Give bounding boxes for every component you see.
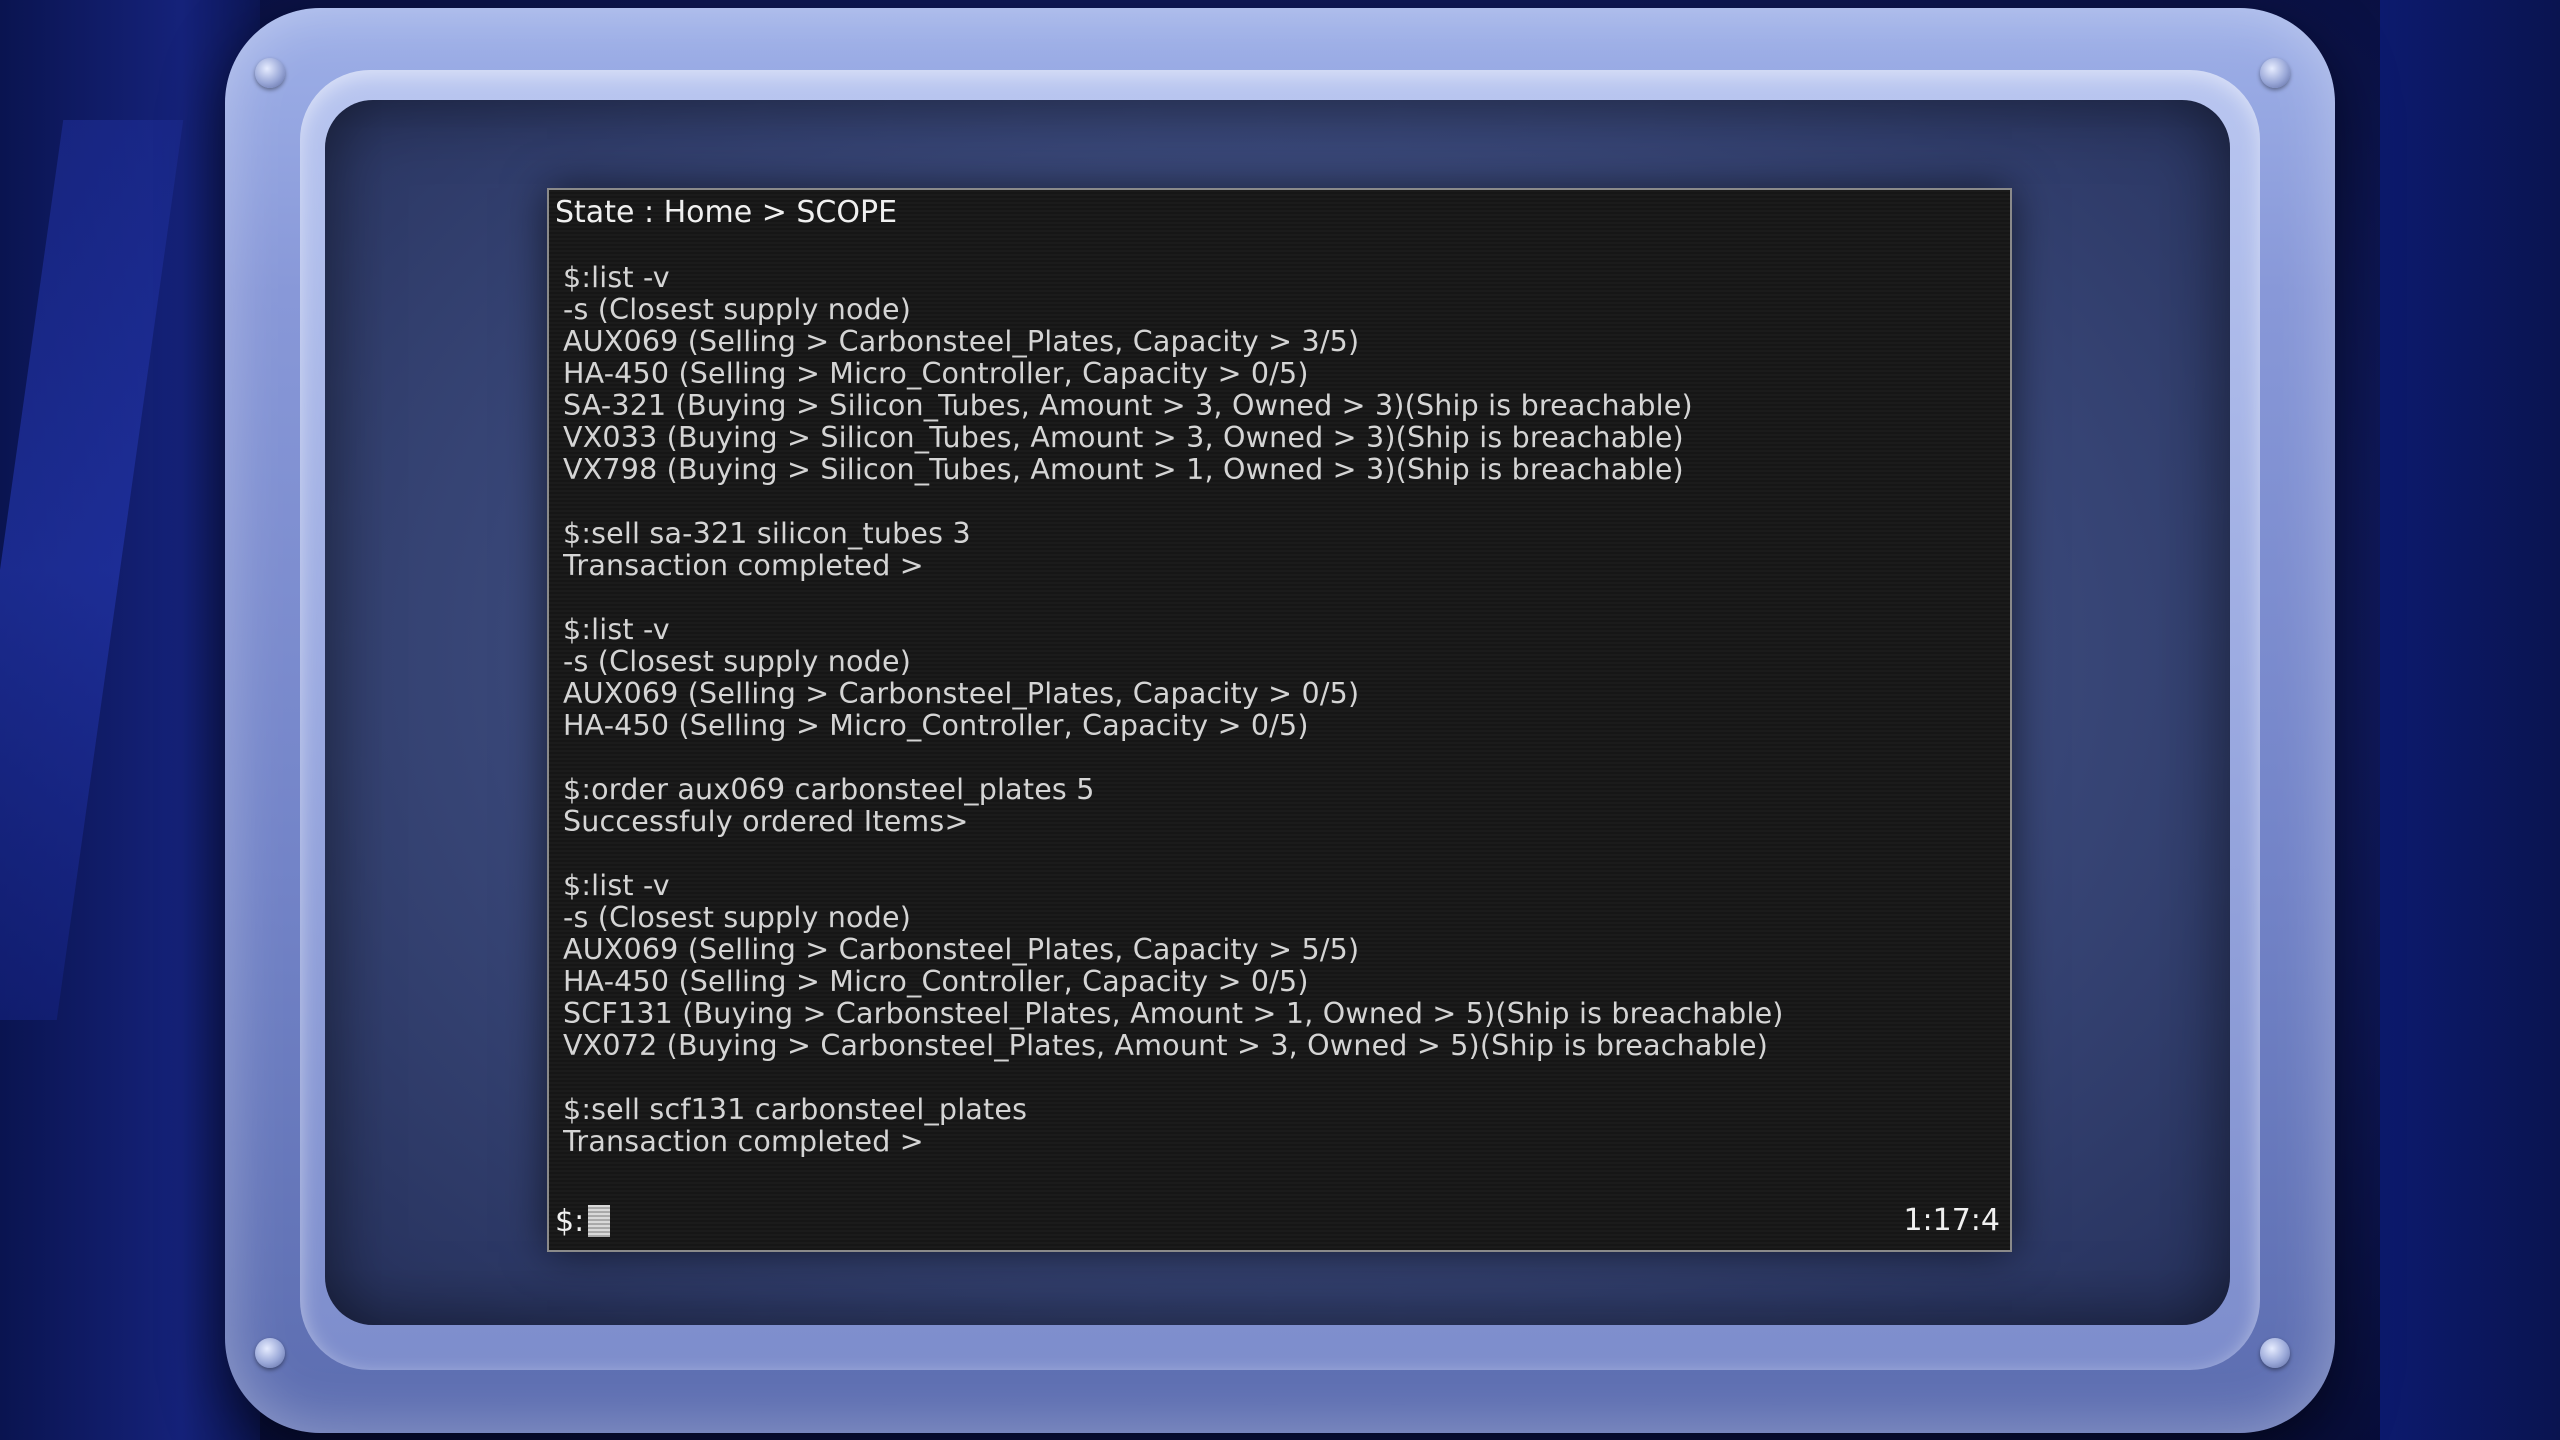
- terminal-output-line: -s (Closest supply node): [563, 294, 912, 326]
- terminal-command-line: $:order aux069 carbonsteel_plates 5: [563, 774, 1095, 806]
- terminal-state-breadcrumb: State : Home > SCOPE: [555, 195, 898, 230]
- terminal-output-line: SA-321 (Buying > Silicon_Tubes, Amount >…: [563, 390, 1693, 422]
- terminal-command-line: $:list -v: [563, 262, 670, 294]
- screw-icon: [2260, 1338, 2290, 1368]
- background-wall-right: [2380, 0, 2560, 1440]
- terminal-output-line: HA-450 (Selling > Micro_Controller, Capa…: [563, 710, 1309, 742]
- terminal-command-line: $:sell scf131 carbonsteel_plates: [563, 1094, 1028, 1126]
- terminal-output-line: -s (Closest supply node): [563, 646, 912, 678]
- terminal-cursor[interactable]: [588, 1205, 611, 1237]
- terminal-output-line: VX798 (Buying > Silicon_Tubes, Amount > …: [563, 454, 1684, 486]
- terminal-command-line: $:sell sa-321 silicon_tubes 3: [563, 518, 971, 550]
- screw-icon: [255, 58, 285, 88]
- terminal-window[interactable]: State : Home > SCOPE $:list -v -s (Closes…: [547, 188, 2012, 1252]
- terminal-output-line: AUX069 (Selling > Carbonsteel_Plates, Ca…: [563, 934, 1360, 966]
- game-scene: State : Home > SCOPE $:list -v -s (Closes…: [0, 0, 2560, 1440]
- terminal-input-line[interactable]: $:: [555, 1202, 611, 1240]
- terminal-output-line: Transaction completed >: [563, 1126, 924, 1158]
- terminal-output-line: AUX069 (Selling > Carbonsteel_Plates, Ca…: [563, 678, 1360, 710]
- terminal-output-line: HA-450 (Selling > Micro_Controller, Capa…: [563, 358, 1309, 390]
- terminal-command-line: $:list -v: [563, 614, 670, 646]
- terminal-prompt: $:: [555, 1203, 585, 1239]
- screw-icon: [255, 1338, 285, 1368]
- terminal-output-log: $:list -v -s (Closest supply node) AUX069 …: [563, 262, 2003, 1158]
- terminal-output-line: Transaction completed >: [563, 550, 924, 582]
- terminal-output-line: VX033 (Buying > Silicon_Tubes, Amount > …: [563, 422, 1684, 454]
- terminal-clock: 1:17:4: [1903, 1203, 2000, 1238]
- terminal-output-line: Successfuly ordered Items>: [563, 806, 969, 838]
- terminal-output-line: SCF131 (Buying > Carbonsteel_Plates, Amo…: [563, 998, 1784, 1030]
- screw-icon: [2260, 58, 2290, 88]
- terminal-output-line: -s (Closest supply node): [563, 902, 912, 934]
- terminal-output-line: VX072 (Buying > Carbonsteel_Plates, Amou…: [563, 1030, 1769, 1062]
- terminal-output-line: AUX069 (Selling > Carbonsteel_Plates, Ca…: [563, 326, 1360, 358]
- terminal-output-line: HA-450 (Selling > Micro_Controller, Capa…: [563, 966, 1309, 998]
- terminal-command-line: $:list -v: [563, 870, 670, 902]
